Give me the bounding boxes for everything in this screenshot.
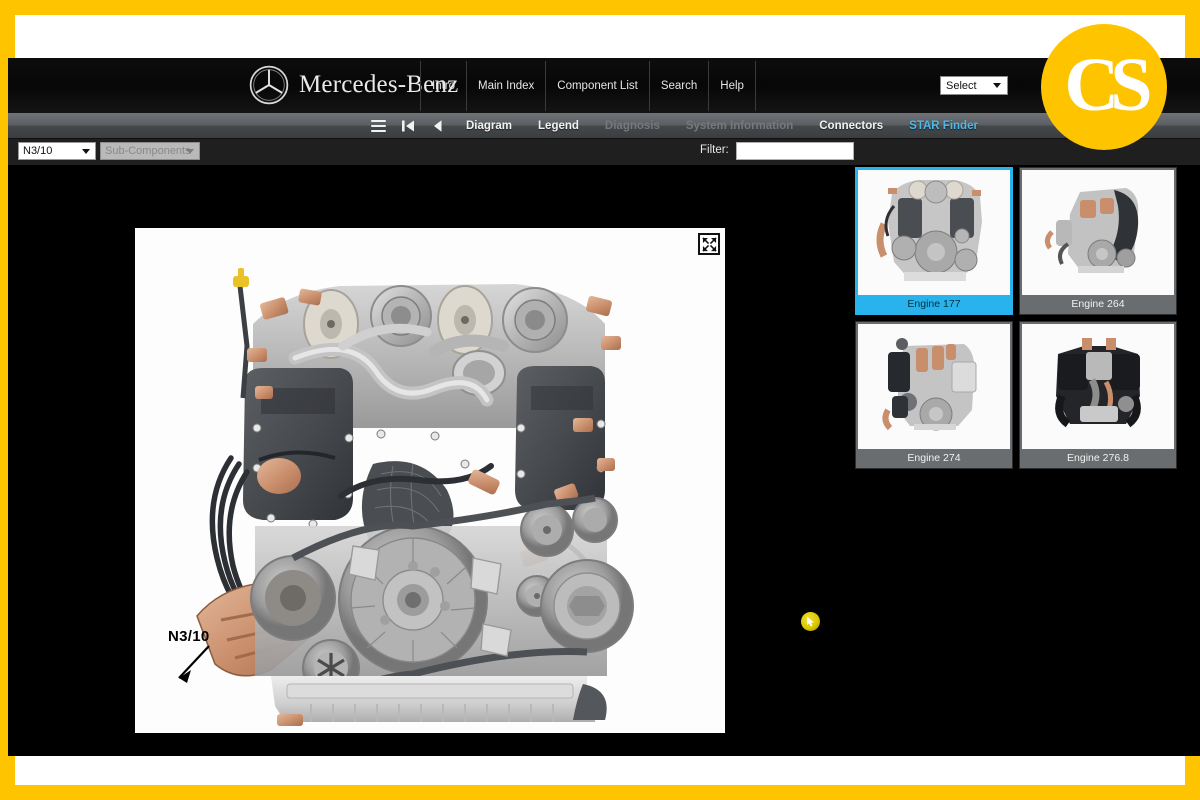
language-select-value: Select xyxy=(946,79,977,92)
thumbnail-row: Engine 177 Engine 264 xyxy=(855,167,1196,315)
thumbnail-engine-276-8[interactable]: Engine 276.8 xyxy=(1019,321,1177,469)
toolbar-item-connectors[interactable]: Connectors xyxy=(806,120,896,132)
thumbnail-image xyxy=(858,324,1010,449)
chevron-down-icon xyxy=(993,83,1001,88)
nav-item-search[interactable]: Search xyxy=(648,61,708,111)
outer-yellow-frame: Mercedes-Benz Intro Main Index Component… xyxy=(0,0,1200,800)
thumbnail-label: Engine 274 xyxy=(907,451,961,464)
skip-to-first-icon[interactable] xyxy=(393,113,423,139)
thumbnail-label: Engine 264 xyxy=(1071,297,1125,310)
toolbar-item-legend[interactable]: Legend xyxy=(525,120,592,132)
component-select-value: N3/10 xyxy=(23,145,53,157)
nav-item-component-list[interactable]: Component List xyxy=(545,61,649,111)
thumbnail-label: Engine 276.8 xyxy=(1067,451,1129,464)
diagram-stage: N3/10 N3/10 ME-SFI [ME control unit Engi… xyxy=(8,165,851,733)
web-etm-application-window: Mercedes-Benz Intro Main Index Component… xyxy=(8,58,1200,756)
sub-components-select: Sub-Components xyxy=(100,142,200,160)
chevron-left-icon[interactable] xyxy=(423,113,453,139)
thumbnail-row: Engine 274 Engine 276.8 xyxy=(855,321,1196,469)
thumbnail-image xyxy=(1022,170,1174,295)
diagram-callout-label: N3/10 xyxy=(168,628,210,645)
diagram-canvas[interactable]: N3/10 xyxy=(135,228,725,733)
thumbnail-engine-274[interactable]: Engine 274 xyxy=(855,321,1013,469)
engine-thumbnail-panel: Engine 177 Engine 264 Engine 274 Engine … xyxy=(851,165,1200,756)
thumbnail-label: Engine 177 xyxy=(907,297,961,310)
header-select-wrapper: Select xyxy=(940,76,1008,95)
mercedes-star-icon xyxy=(249,65,289,105)
nav-item-help[interactable]: Help xyxy=(708,61,756,111)
cs-watermark-text: CS xyxy=(1064,43,1152,127)
sub-components-select-value: Sub-Components xyxy=(105,145,191,157)
secondary-toolbar: Diagram Legend Diagnosis System Informat… xyxy=(8,113,1200,139)
toolbar-item-diagram[interactable]: Diagram xyxy=(453,120,525,132)
toolbar-item-system-information: System Information xyxy=(685,119,794,132)
nav-item-intro[interactable]: Intro xyxy=(420,61,466,111)
app-header: Mercedes-Benz Intro Main Index Component… xyxy=(8,58,1200,113)
component-select[interactable]: N3/10 xyxy=(18,142,96,160)
language-select[interactable]: Select xyxy=(940,76,1008,95)
pointer-cursor-icon xyxy=(801,612,820,631)
engine-diagram-illustration xyxy=(135,228,725,733)
filter-label: Filter: xyxy=(700,144,729,156)
thumbnail-engine-177[interactable]: Engine 177 xyxy=(855,167,1013,315)
top-navigation: Intro Main Index Component List Search H… xyxy=(420,61,756,111)
thumbnail-image xyxy=(858,170,1010,295)
toolbar-item-diagnosis: Diagnosis xyxy=(604,119,660,132)
toolbar-item-star-finder[interactable]: STAR Finder xyxy=(896,120,991,132)
thumbnail-engine-264[interactable]: Engine 264 xyxy=(1019,167,1177,315)
hamburger-menu-icon[interactable] xyxy=(363,113,393,139)
chevron-down-icon xyxy=(82,149,90,154)
thumbnail-image xyxy=(1022,324,1174,449)
nav-item-main-index[interactable]: Main Index xyxy=(466,61,545,111)
cs-watermark-logo: CS xyxy=(1041,24,1167,150)
fullscreen-expand-icon[interactable] xyxy=(698,233,720,255)
filter-input[interactable] xyxy=(736,142,854,160)
chevron-down-icon xyxy=(186,149,194,154)
selector-filter-row: N3/10 Sub-Components Filter: xyxy=(8,139,1200,165)
